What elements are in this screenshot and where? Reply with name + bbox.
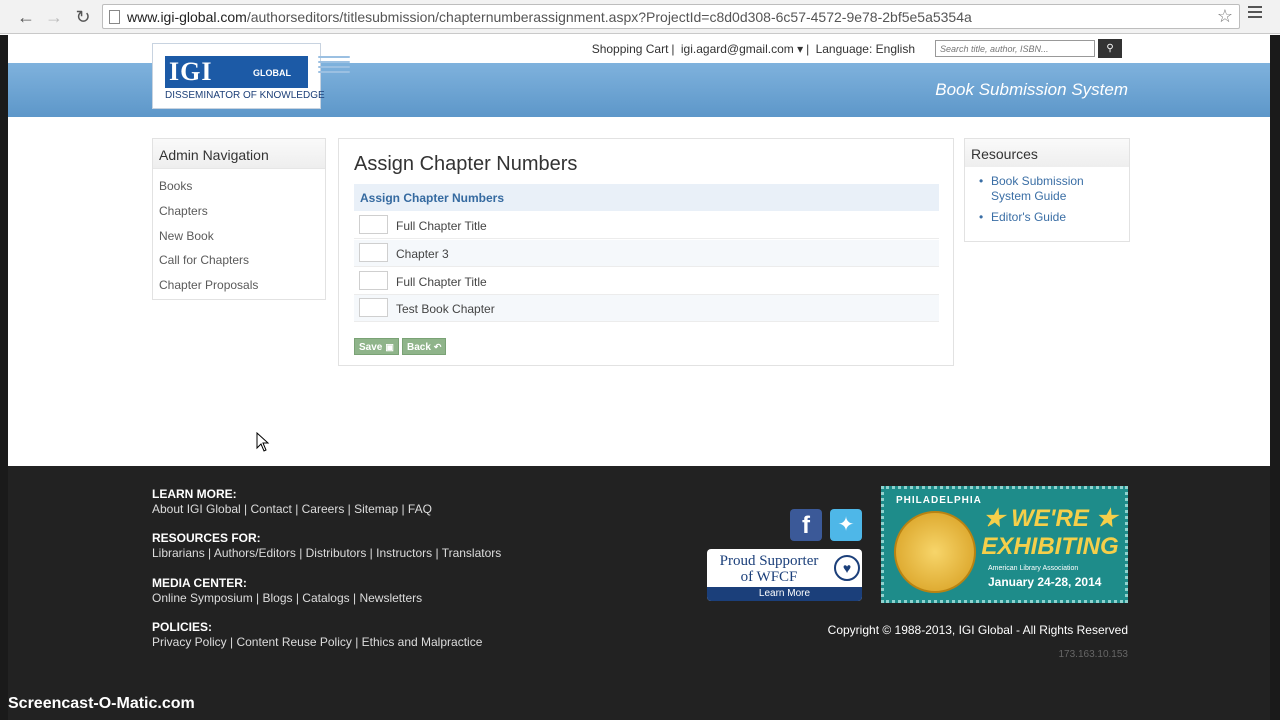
admin-navigation: Admin Navigation Books Chapters New Book… (152, 138, 326, 300)
footer-resources-links[interactable]: Librarians | Authors/Editors | Distribut… (152, 546, 501, 560)
footer-media-heading: MEDIA CENTER: (152, 576, 247, 590)
back-arrow-icon[interactable]: ← (14, 5, 38, 29)
chapter-number-input[interactable] (359, 298, 388, 317)
search-icon: ⚲ (1106, 43, 1114, 54)
wfcf-text: Proud Supporter of WFCF (719, 553, 819, 585)
mouse-cursor-icon (256, 432, 270, 452)
nav-link-chapters[interactable]: Chapters (159, 204, 208, 218)
shopping-cart-link[interactable]: Shopping Cart (592, 42, 669, 56)
ala-city: PHILADELPHIA (896, 495, 982, 506)
resource-link-submission-guide[interactable]: Book Submission System Guide (977, 174, 1117, 204)
logo-sub: GLOBAL (253, 68, 291, 78)
resource-link-editors-guide[interactable]: Editor's Guide (977, 210, 1117, 225)
language-selector[interactable]: Language: English (816, 42, 915, 56)
footer-media-links[interactable]: Online Symposium | Blogs | Catalogs | Ne… (152, 591, 422, 605)
nav-link-chapter-proposals[interactable]: Chapter Proposals (159, 278, 258, 292)
bookmark-star-icon[interactable]: ☆ (1217, 6, 1233, 27)
twitter-icon[interactable]: ✦ (830, 509, 862, 541)
footer-policies-links[interactable]: Privacy Policy | Content Reuse Policy | … (152, 635, 482, 649)
logo-tagline: DISSEMINATOR OF KNOWLEDGE (165, 90, 325, 101)
back-icon: ↶ (433, 342, 442, 352)
chapter-title: Full Chapter Title (396, 219, 487, 233)
ala-exhibiting-text: ★ WE'RE ★ EXHIBITING (981, 505, 1119, 560)
admin-nav-title: Admin Navigation (153, 139, 325, 169)
chapter-number-input[interactable] (359, 271, 388, 290)
wfcf-learn-more[interactable]: Learn More (707, 587, 862, 601)
ala-dates: January 24-28, 2014 (988, 575, 1102, 589)
forward-arrow-icon[interactable]: → (42, 5, 66, 29)
page-title: Assign Chapter Numbers (354, 153, 578, 175)
section-header: Assign Chapter Numbers (354, 184, 939, 211)
save-label: Save (359, 342, 383, 353)
ip-address: 173.163.10.153 (1058, 649, 1128, 660)
url-host: www.igi-global.com (127, 9, 247, 25)
copyright: Copyright © 1988-2013, IGI Global - All … (827, 623, 1128, 637)
chapter-title: Test Book Chapter (396, 302, 495, 316)
system-title: Book Submission System (935, 80, 1128, 99)
page-icon (109, 10, 120, 24)
save-button[interactable]: Save ▣ (354, 338, 399, 355)
url-path: /authorseditors/titlesubmission/chaptern… (246, 9, 972, 25)
chapter-row: Full Chapter Title (354, 212, 939, 239)
resources-panel: Resources Book Submission System Guide E… (964, 138, 1130, 242)
nav-link-books[interactable]: Books (159, 179, 192, 193)
screencast-watermark: Screencast-O-Matic.com (8, 695, 195, 712)
igi-global-logo[interactable]: IGI GLOBAL DISSEMINATOR OF KNOWLEDGE (152, 43, 325, 109)
nav-link-new-book[interactable]: New Book (159, 229, 214, 243)
independence-hall-seal-icon (894, 511, 976, 593)
logo-waves-icon (318, 56, 350, 78)
wfcf-badge[interactable]: Proud Supporter of WFCF ♥ Learn More (707, 549, 862, 601)
user-account-menu[interactable]: igi.agard@gmail.com ▾ (681, 42, 803, 56)
chapter-row: Full Chapter Title (354, 268, 939, 295)
logo-text: IGI (169, 57, 213, 86)
top-links: Shopping Cart | igi.agard@gmail.com ▾ | La… (591, 42, 915, 56)
chapter-number-input[interactable] (359, 243, 388, 262)
footer-policies-heading: POLICIES: (152, 620, 213, 634)
chapter-number-input[interactable] (359, 215, 388, 234)
footer-resources-heading: RESOURCES FOR: (152, 531, 261, 545)
facebook-icon[interactable]: f (790, 509, 822, 541)
left-border (0, 35, 8, 720)
nav-link-call-for-chapters[interactable]: Call for Chapters (159, 253, 249, 267)
resources-title: Resources (965, 139, 1129, 167)
save-icon: ▣ (385, 342, 394, 352)
browser-menu-icon[interactable] (1248, 6, 1262, 20)
ala-exhibiting-banner[interactable]: PHILADELPHIA ★ WE'RE ★ EXHIBITING Americ… (881, 486, 1128, 603)
back-button[interactable]: Back ↶ (402, 338, 447, 355)
address-bar[interactable]: www.igi-global.com/authorseditors/titles… (102, 4, 1240, 29)
chapter-title: Chapter 3 (396, 247, 449, 261)
wfcf-heart-icon: ♥ (834, 555, 860, 581)
footer-learn-more-heading: LEARN MORE: (152, 487, 237, 501)
url-text[interactable]: www.igi-global.com/authorseditors/titles… (127, 9, 972, 25)
logo-mark: IGI GLOBAL (165, 56, 308, 88)
ala-org: American Library Association (988, 565, 1079, 572)
back-label: Back (407, 342, 431, 353)
chapter-row: Chapter 3 (354, 240, 939, 267)
chapter-title: Full Chapter Title (396, 275, 487, 289)
resources-list: Book Submission System Guide Editor's Gu… (977, 174, 1117, 231)
footer-learn-more-links[interactable]: About IGI Global | Contact | Careers | S… (152, 502, 432, 516)
browser-toolbar: ← → ↻ www.igi-global.com/authorseditors/… (0, 0, 1280, 34)
right-border (1270, 35, 1280, 720)
main-panel: Assign Chapter Numbers Assign Chapter Nu… (338, 138, 954, 366)
reload-icon[interactable]: ↻ (71, 5, 95, 29)
search-input[interactable] (935, 40, 1095, 57)
chapter-row: Test Book Chapter (354, 295, 939, 322)
search-button[interactable]: ⚲ (1098, 39, 1122, 58)
